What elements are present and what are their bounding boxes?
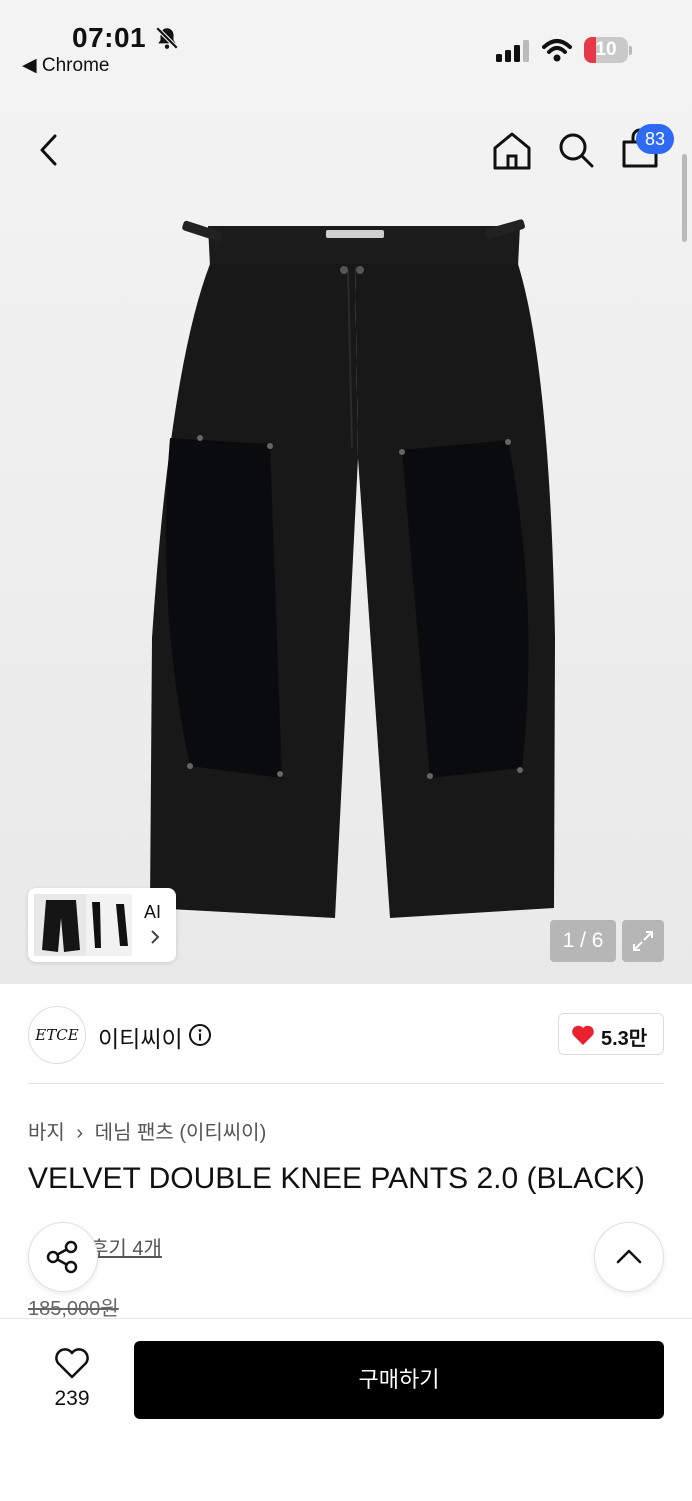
info-icon[interactable] — [188, 1023, 212, 1047]
ai-similar-items-card[interactable]: AI — [28, 888, 176, 962]
brand-like-count: 5.3만 — [601, 1028, 648, 1050]
buy-button[interactable]: 구매하기 — [134, 1341, 664, 1419]
brand-logo[interactable]: ETCE — [28, 1006, 86, 1064]
wishlist-button[interactable]: 239 — [44, 1343, 100, 1423]
breadcrumb-subcategory[interactable]: 데님 팬츠 (이티씨이) — [95, 1122, 267, 1144]
expand-icon[interactable] — [622, 920, 664, 962]
heart-outline-icon — [55, 1348, 89, 1379]
brand-like-button[interactable]: 5.3만 — [558, 1013, 664, 1055]
product-image[interactable] — [130, 218, 580, 938]
share-button[interactable] — [28, 1222, 98, 1292]
image-counter: 1 / 6 — [550, 920, 616, 962]
status-bar: 07:01 ◀ Chrome 10 — [0, 0, 692, 84]
breadcrumb: 바지 › 데님 팬츠 (이티씨이) — [28, 1116, 266, 1145]
cart-count-badge: 83 — [636, 124, 674, 154]
status-time: 07:01 — [72, 22, 147, 53]
heart-filled-icon — [572, 1025, 594, 1045]
search-icon[interactable] — [556, 130, 596, 170]
wifi-icon — [542, 39, 572, 62]
ai-label: AI — [144, 902, 162, 922]
ai-thumbnail — [34, 894, 132, 956]
battery-indicator: 10 — [584, 37, 632, 65]
battery-level: 10 — [595, 39, 617, 60]
scrollbar[interactable] — [682, 154, 687, 242]
wishlist-count: 239 — [54, 1387, 90, 1410]
chevron-up-icon — [616, 1249, 642, 1264]
brand-name[interactable]: 이티씨이 — [98, 1020, 183, 1054]
divider — [28, 1083, 664, 1084]
scroll-to-top-button[interactable] — [594, 1222, 664, 1292]
back-icon[interactable] — [30, 130, 70, 170]
brand-row: ETCE 이티씨이 5.3만 — [28, 1006, 664, 1066]
share-icon — [46, 1240, 78, 1274]
chevron-right-icon — [151, 930, 160, 944]
chevron-right-icon: › — [76, 1122, 84, 1144]
breadcrumb-category[interactable]: 바지 — [28, 1122, 65, 1144]
product-title: VELVET DOUBLE KNEE PANTS 2.0 (BLACK) — [28, 1162, 645, 1195]
review-link[interactable]: 후기 4개 — [90, 1232, 162, 1261]
original-price: 185,000원 — [28, 1298, 119, 1320]
bottom-action-bar: 239 구매하기 — [0, 1318, 692, 1501]
signal-icon — [496, 40, 529, 62]
back-to-app-link[interactable]: ◀ Chrome — [22, 54, 109, 77]
product-gallery[interactable]: 83 AI 1 / 6 — [0, 84, 692, 984]
home-icon[interactable] — [490, 130, 534, 172]
bell-muted-icon — [155, 26, 179, 50]
